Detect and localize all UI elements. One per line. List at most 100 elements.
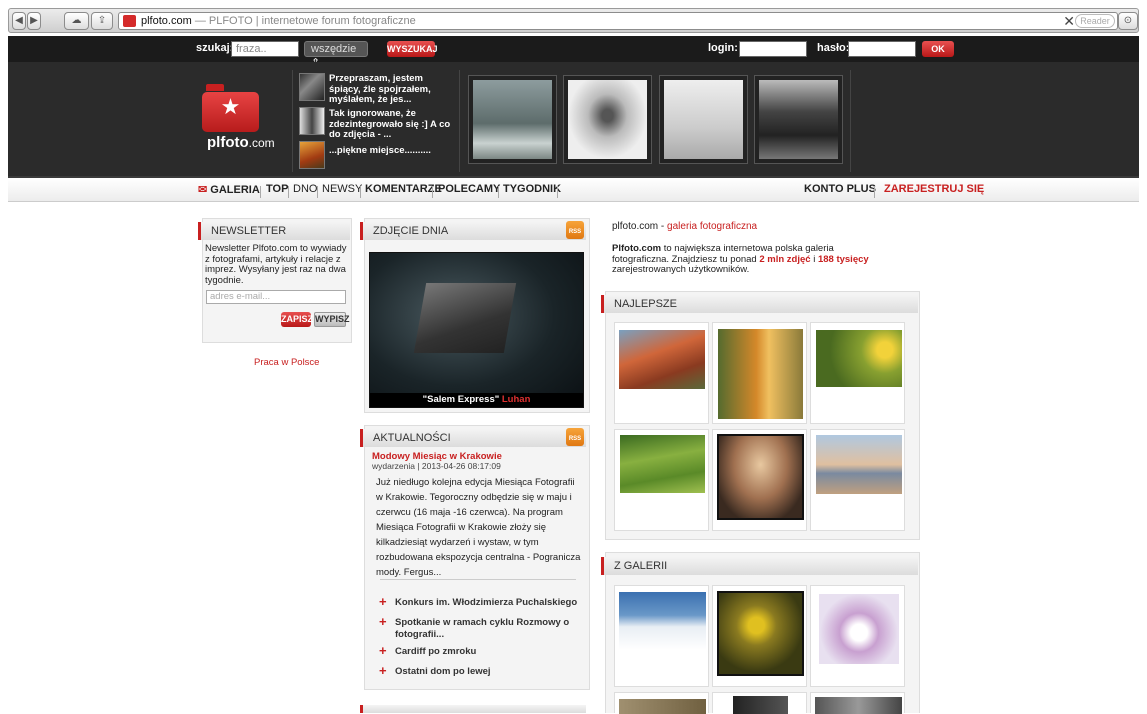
newsletter-unsubscribe-button[interactable]: WYPISZ xyxy=(314,312,350,327)
comment-thumbnail[interactable] xyxy=(299,141,325,169)
forward-button[interactable]: ▶ xyxy=(27,12,41,30)
gallery-photo[interactable] xyxy=(810,585,905,687)
news-title: AKTUALNOŚCI xyxy=(373,432,451,444)
photo-image xyxy=(816,330,902,387)
plus-icon: + xyxy=(379,663,387,678)
nav-separator xyxy=(432,186,433,198)
photo-image xyxy=(759,80,838,159)
newsletter-title: NEWSLETTER xyxy=(211,225,287,237)
about-text: Plfoto.com to największa internetowa pol… xyxy=(612,243,892,276)
praca-link[interactable]: Praca w Polsce xyxy=(254,357,319,368)
about-heading: plfoto.com - galeria fotograficzna xyxy=(612,221,758,232)
login-label: login: xyxy=(708,42,738,54)
logo-icon[interactable]: ★ xyxy=(202,92,259,132)
logo-tab xyxy=(206,84,224,91)
nav-separator xyxy=(557,186,558,198)
photo-image xyxy=(717,434,804,520)
header-comment[interactable]: Tak ignorowane, że zdezintegrowało się :… xyxy=(329,108,454,141)
best-photo[interactable] xyxy=(712,429,807,531)
photo-image xyxy=(619,699,706,714)
header-comment[interactable]: ...piękne miejsce.......... xyxy=(329,145,454,157)
address-bar[interactable]: plfoto.com — PLFOTO | internetowe forum … xyxy=(118,12,1118,30)
best-photo[interactable] xyxy=(712,322,807,424)
header-photo[interactable] xyxy=(754,75,843,164)
photo-image xyxy=(717,591,804,676)
clear-icon[interactable]: ✕ xyxy=(1063,13,1075,30)
gallery-title: Z GALERII xyxy=(614,560,668,572)
header-photo[interactable] xyxy=(468,75,557,164)
share-button[interactable]: ⇪ xyxy=(91,12,113,30)
password-input[interactable] xyxy=(848,41,916,57)
photo-of-day-title: ZDJĘCIE DNIA xyxy=(373,225,449,237)
photo-of-day-header: ZDJĘCIE DNIA xyxy=(360,222,586,240)
gallery-photo[interactable] xyxy=(810,692,905,714)
header-photo[interactable] xyxy=(659,75,748,164)
about-brand: Plfoto.com xyxy=(612,243,662,254)
about-text-3: zarejestrowanych użytkowników. xyxy=(612,264,750,275)
best-photo[interactable] xyxy=(614,322,709,424)
nav-register[interactable]: ZAREJESTRUJ SIĘ xyxy=(884,183,984,195)
plus-icon: + xyxy=(379,594,387,609)
header-divider xyxy=(292,70,293,172)
rss-icon[interactable]: RSS xyxy=(566,428,584,446)
photo-of-day-image[interactable] xyxy=(369,252,584,408)
photo-image xyxy=(568,80,647,159)
about-site: plfoto.com xyxy=(612,221,659,232)
best-title: NAJLEPSZE xyxy=(614,298,677,310)
site-topbar: szukaj: fraza.. wszędzie ⇕ WYSZUKAJ logi… xyxy=(8,36,1139,69)
newsletter-email-input[interactable]: adres e-mail... xyxy=(206,290,346,304)
newsletter-text: Newsletter Plfoto.com to wywiady z fotog… xyxy=(205,243,347,286)
login-ok-button[interactable]: OK xyxy=(922,41,954,57)
gallery-photo[interactable] xyxy=(712,585,807,687)
search-scope-select[interactable]: wszędzie ⇕ xyxy=(304,41,368,69)
news-link-label: Cardiff po zmroku xyxy=(395,646,477,657)
photo-image xyxy=(619,330,705,389)
best-photo[interactable] xyxy=(810,429,905,531)
photo-of-day-caption: "Salem Express" Luhan xyxy=(370,393,583,407)
reader-button[interactable]: Reader xyxy=(1075,14,1115,28)
search-button[interactable]: WYSZUKAJ xyxy=(387,41,438,57)
plus-icon: + xyxy=(379,614,387,629)
nav-galeria-label: GALERIA xyxy=(210,184,260,196)
star-icon: ★ xyxy=(220,95,241,120)
nav-separator xyxy=(874,186,875,198)
best-photo[interactable] xyxy=(614,429,709,531)
icloud-button[interactable]: ☁ xyxy=(64,12,89,30)
logo-name: plfoto xyxy=(207,134,249,151)
header-photo[interactable] xyxy=(563,75,652,164)
logo-text[interactable]: plfoto.com xyxy=(207,134,275,151)
comment-thumbnail[interactable] xyxy=(299,107,325,135)
photo-image xyxy=(819,594,899,664)
nav-dno[interactable]: DNO xyxy=(293,183,317,195)
nav-komentarze[interactable]: KOMENTARZE xyxy=(365,183,442,195)
photo-image xyxy=(473,80,552,159)
nav-top[interactable]: TOP xyxy=(266,183,288,195)
nav-newsy[interactable]: NEWSY xyxy=(322,183,362,195)
best-photo[interactable] xyxy=(810,322,905,424)
header-comment[interactable]: Przepraszam, jestem śpiący, źle spojrzał… xyxy=(329,73,454,106)
gallery-photo[interactable] xyxy=(614,692,709,714)
address-text: plfoto.com — PLFOTO | internetowe forum … xyxy=(141,15,416,27)
nav-galeria[interactable]: ✉ GALERIA xyxy=(198,183,260,196)
back-button[interactable]: ◀ xyxy=(12,12,26,30)
caption-author[interactable]: Luhan xyxy=(502,394,531,405)
gallery-photo[interactable] xyxy=(614,585,709,687)
gallery-photo[interactable] xyxy=(712,692,807,714)
extensions-button[interactable]: ⊙ xyxy=(1118,12,1138,30)
news-link-label: Ostatni dom po lewej xyxy=(395,666,491,677)
nav-tygodnik[interactable]: TYGODNIK xyxy=(503,183,561,195)
rss-icon[interactable]: RSS xyxy=(566,221,584,239)
photo-image xyxy=(733,696,788,714)
comment-thumbnail[interactable] xyxy=(299,73,325,101)
back-icon: ◀ xyxy=(15,15,23,26)
about-photos-count: 2 mln zdjęć xyxy=(759,253,811,265)
search-input[interactable]: fraza.. xyxy=(231,41,299,57)
newsletter-subscribe-button[interactable]: ZAPISZ xyxy=(281,312,313,327)
best-header: NAJLEPSZE xyxy=(601,295,918,313)
nav-polecamy[interactable]: POLECAMY xyxy=(438,183,500,195)
password-label: hasło: xyxy=(817,42,850,54)
login-input[interactable] xyxy=(739,41,807,57)
logo-suffix: .com xyxy=(248,136,275,150)
nav-konto-plus[interactable]: KONTO PLUS xyxy=(804,183,876,195)
share-icon: ⇪ xyxy=(97,15,107,26)
